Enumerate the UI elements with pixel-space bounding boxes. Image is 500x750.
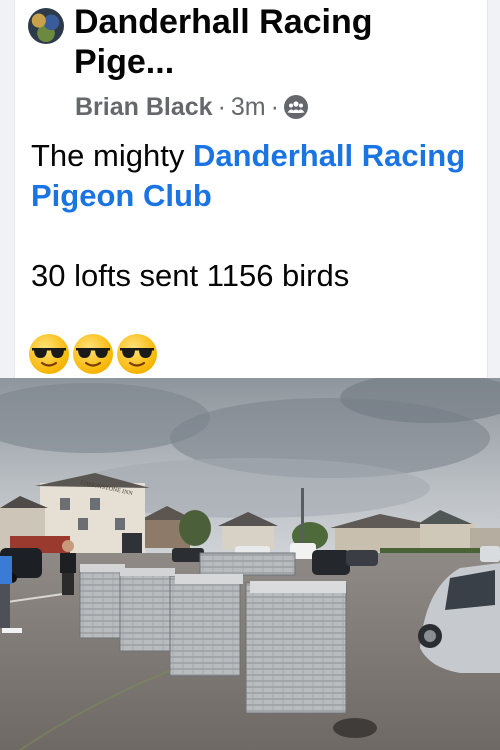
sunglasses-emoji-icon (73, 334, 113, 374)
group-avatar[interactable] (28, 8, 64, 44)
group-name-link[interactable]: Danderhall Racing Pige... (74, 2, 434, 82)
meta-separator: · (217, 92, 226, 121)
author-name[interactable]: Brian Black (75, 93, 213, 122)
emoji-row (29, 334, 157, 374)
group-audience-icon[interactable] (283, 95, 308, 119)
post-stat-line: 30 lofts sent 1156 birds (31, 258, 350, 293)
post-photo[interactable]: EDMONSTONE INN (0, 378, 500, 750)
sunglasses-emoji-icon (117, 334, 157, 374)
sunglasses-emoji-icon (29, 334, 69, 374)
post-text-prefix: The mighty (31, 138, 193, 173)
post-meta: Brian Black · 3m · (75, 91, 308, 123)
meta-separator: · (270, 92, 279, 121)
post-timestamp[interactable]: 3m (231, 93, 266, 122)
post-body: The mighty Danderhall Racing Pigeon Club (31, 136, 471, 216)
car-park-photo: EDMONSTONE INN (0, 378, 500, 750)
